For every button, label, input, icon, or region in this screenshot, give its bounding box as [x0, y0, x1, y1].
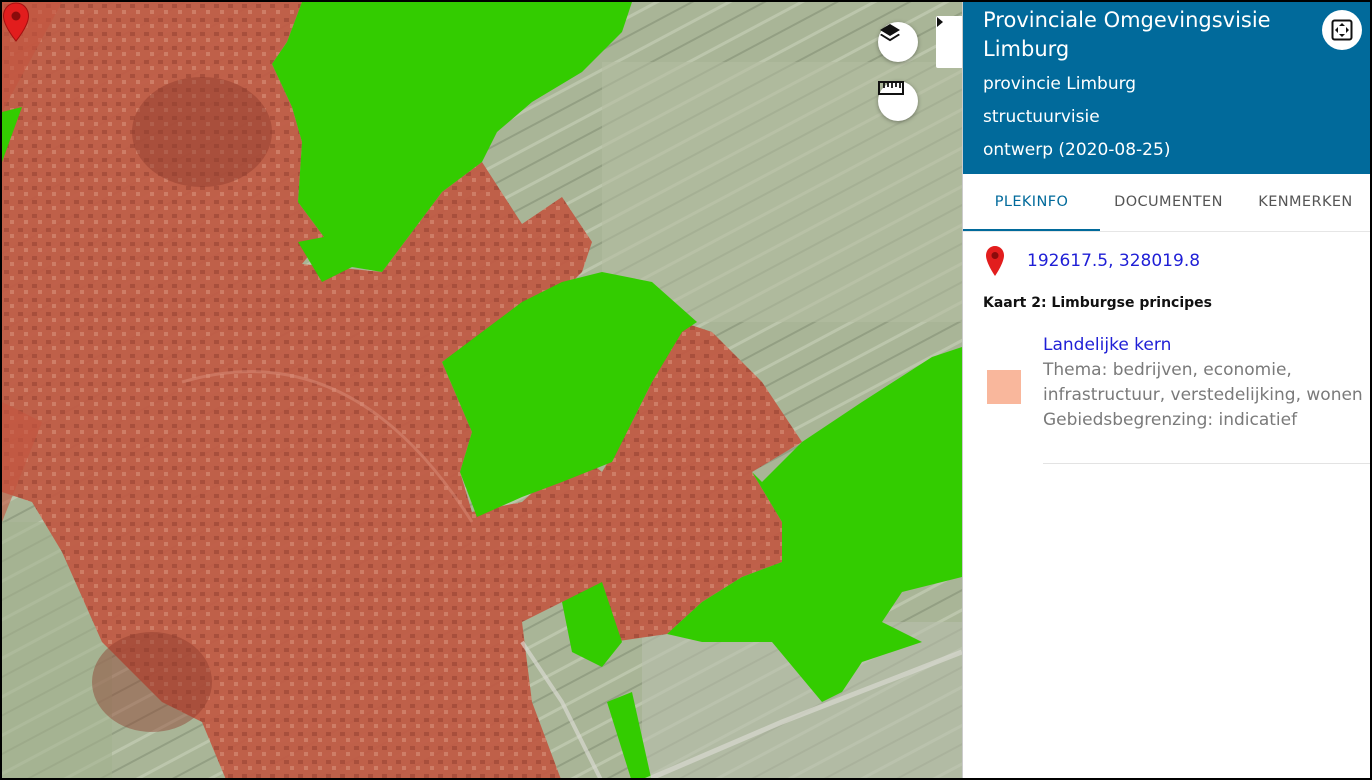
plan-title: Provinciale Omgevingsvisie Limburg [983, 8, 1271, 61]
legend-boundary: Gebiedsbegrenzing: indicatief [1043, 410, 1298, 430]
map-pin-icon [986, 246, 1004, 276]
expand-button[interactable] [1322, 10, 1362, 50]
tab-plekinfo[interactable]: PLEKINFO [963, 174, 1100, 231]
layers-icon [880, 24, 900, 42]
ruler-icon [878, 81, 904, 95]
plan-status: ontwerp (2020-08-25) [983, 140, 1171, 160]
panel-header: Provinciale Omgevingsvisie Limburg provi… [963, 2, 1370, 174]
legend-theme: Thema: bedrijven, economie, infrastructu… [1043, 360, 1363, 405]
map-section-heading: Kaart 2: Limburgse principes [983, 295, 1212, 311]
panel-tabs: PLEKINFO DOCUMENTEN KENMERKEN [963, 174, 1370, 232]
legend-item-link[interactable]: Landelijke kern [1043, 333, 1370, 358]
divider [1043, 463, 1370, 464]
legend-item: Landelijke kern Thema: bedrijven, econom… [963, 311, 1370, 433]
location-row: 192617.5, 328019.8 [963, 232, 1370, 276]
measure-button[interactable] [878, 81, 918, 121]
legend-text: Landelijke kern Thema: bedrijven, econom… [1043, 333, 1370, 433]
map-pin-icon[interactable] [2, 2, 30, 42]
plan-owner: provincie Limburg [983, 74, 1137, 94]
map-canvas[interactable] [2, 2, 962, 780]
collapse-panel-button[interactable] [936, 16, 962, 68]
coordinates-link[interactable]: 192617.5, 328019.8 [1027, 251, 1200, 271]
info-panel: Provinciale Omgevingsvisie Limburg provi… [962, 2, 1370, 778]
legend-swatch [987, 370, 1021, 404]
tab-kenmerken[interactable]: KENMERKEN [1237, 174, 1370, 231]
plan-type: structuurvisie [983, 107, 1100, 127]
chevron-right-icon [937, 17, 943, 27]
layers-button[interactable] [878, 22, 918, 62]
app-frame: Provinciale Omgevingsvisie Limburg provi… [0, 0, 1372, 780]
tab-documenten[interactable]: DOCUMENTEN [1100, 174, 1237, 231]
map-view[interactable] [2, 2, 962, 780]
fullscreen-icon [1331, 19, 1353, 41]
